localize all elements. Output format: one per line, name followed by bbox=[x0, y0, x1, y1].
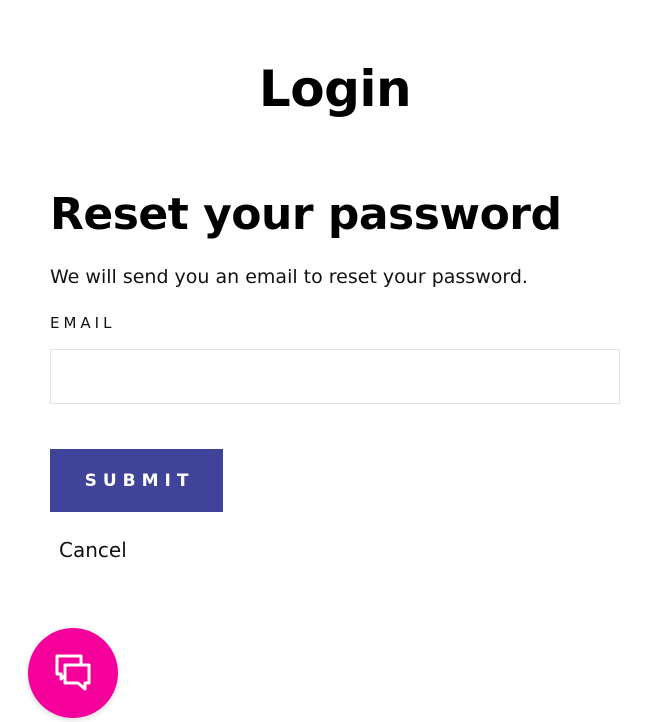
reset-password-description: We will send you an email to reset your … bbox=[50, 266, 528, 288]
reset-password-heading: Reset your password bbox=[50, 189, 562, 240]
chat-bubbles-icon bbox=[55, 654, 91, 691]
email-field[interactable] bbox=[50, 349, 620, 404]
submit-button[interactable]: SUBMIT bbox=[50, 449, 223, 512]
cancel-link[interactable]: Cancel bbox=[59, 535, 127, 565]
page-title: Login bbox=[258, 60, 412, 118]
chat-widget-button[interactable] bbox=[28, 628, 118, 718]
email-label: EMAIL bbox=[50, 314, 116, 332]
page: Login Reset your password We will send y… bbox=[0, 0, 654, 722]
